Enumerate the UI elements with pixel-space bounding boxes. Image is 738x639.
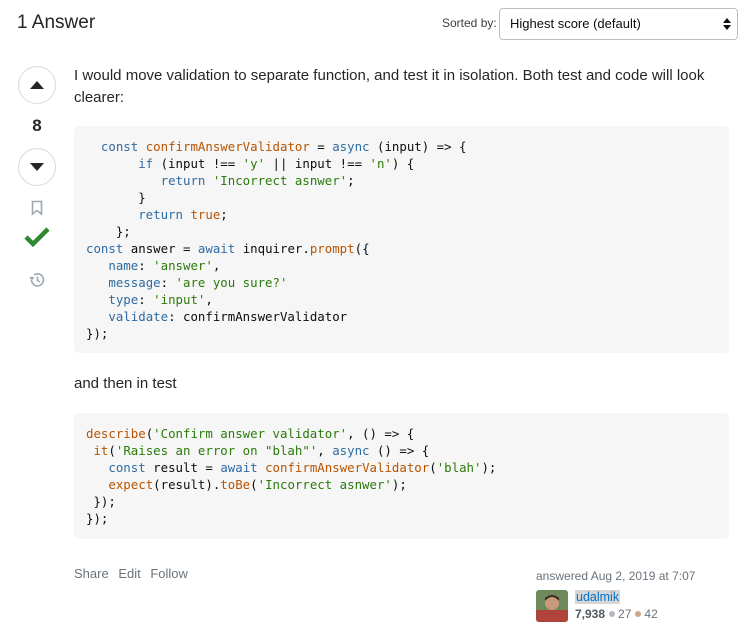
code-line: const result = await confirmAnswerValida…: [108, 460, 497, 475]
code-line: return true;: [138, 207, 228, 222]
code-line: });: [86, 494, 116, 509]
silver-badge-icon: [609, 611, 616, 618]
bronze-badge-icon: [635, 611, 642, 618]
history-icon: [29, 273, 45, 287]
accepted-answer-indicator: [24, 225, 50, 249]
post-menu: Share Edit Follow: [74, 566, 194, 581]
code-line: message: 'are you sure?': [108, 275, 288, 290]
timeline-button[interactable]: [27, 270, 47, 290]
sort-label: Sorted by:: [442, 16, 497, 30]
share-link[interactable]: Share: [74, 566, 109, 581]
reputation-score: 7,938: [575, 607, 606, 621]
code-line: const answer = await inquirer.prompt({: [86, 241, 370, 256]
downvote-button[interactable]: [18, 148, 56, 186]
follow-link[interactable]: Follow: [150, 566, 188, 581]
arrow-down-icon: [30, 163, 44, 171]
code-line: const confirmAnswerValidator = async (in…: [100, 139, 467, 154]
edit-link[interactable]: Edit: [118, 566, 140, 581]
upvote-button[interactable]: [18, 66, 56, 104]
code-line: name: 'answer',: [108, 258, 221, 273]
answer-intro-text: I would move validation to separate func…: [74, 67, 705, 106]
answered-timestamp[interactable]: answered Aug 2, 2019 at 7:07: [536, 569, 695, 583]
code-line: if (input !== 'y' || input !== 'n') {: [138, 156, 415, 171]
sort-selected-value: Highest score (default): [510, 16, 641, 31]
sort-select[interactable]: Highest score (default): [499, 8, 738, 40]
code-line: validate: confirmAnswerValidator: [108, 309, 348, 324]
code-line: }: [86, 190, 146, 205]
answers-header-title: 1 Answer: [17, 12, 96, 33]
avatar[interactable]: [536, 590, 568, 622]
code-line: describe('Confirm answer validator', () …: [86, 426, 415, 441]
sort-caret-icon: [723, 18, 731, 30]
vote-score: 8: [32, 116, 42, 135]
code-line: });: [86, 326, 109, 341]
bookmark-icon: [31, 200, 43, 216]
user-avatar-image: [536, 590, 568, 622]
code-line: };: [86, 224, 131, 239]
answer-mid-text: and then in test: [74, 375, 177, 392]
code-line: expect(result).toBe('Incorrect asnwer');: [108, 477, 407, 492]
code-block-test: describe('Confirm answer validator', () …: [74, 413, 729, 539]
code-line: });: [86, 511, 109, 526]
bookmark-button[interactable]: [27, 198, 47, 218]
code-line: type: 'input',: [108, 292, 213, 307]
arrow-up-icon: [30, 81, 44, 89]
code-line: it('Raises an error on "blah"', async ()…: [93, 443, 430, 458]
code-line: return 'Incorrect asnwer';: [160, 173, 355, 188]
bronze-badge-count: 42: [644, 607, 658, 621]
author-username[interactable]: udalmik: [575, 590, 621, 604]
checkmark-icon: [24, 227, 50, 248]
silver-badge-count: 27: [618, 607, 632, 621]
code-block-validator: const confirmAnswerValidator = async (in…: [74, 126, 729, 353]
author-reputation-line: 7,938 27 42: [575, 607, 658, 621]
